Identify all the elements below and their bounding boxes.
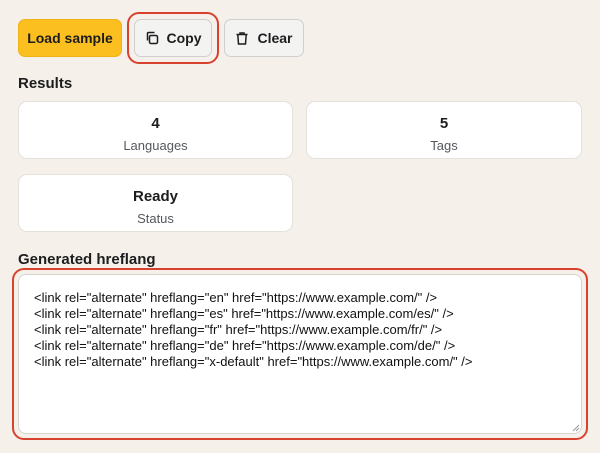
status-label: Status (137, 211, 174, 226)
copy-button[interactable]: Copy (134, 19, 212, 57)
status-value: Ready (132, 188, 179, 205)
load-sample-button[interactable]: Load sample (18, 19, 122, 57)
load-sample-label: Load sample (27, 30, 113, 46)
resize-handle-icon[interactable] (572, 424, 580, 432)
output-heading: Generated hreflang (18, 251, 156, 268)
clear-button[interactable]: Clear (224, 19, 304, 57)
languages-value: 4 (151, 115, 160, 132)
results-heading: Results (18, 75, 73, 92)
languages-label: Languages (123, 138, 188, 153)
status-card: Ready Status (18, 174, 293, 232)
copy-label: Copy (166, 30, 202, 46)
tags-value: 5 (439, 115, 449, 132)
languages-card: 4 Languages (18, 101, 293, 159)
copy-icon (145, 31, 159, 45)
hreflang-output-textarea[interactable]: <link rel="alternate" hreflang="en" href… (18, 274, 582, 434)
clear-label: Clear (257, 30, 293, 46)
tags-card: 5 Tags (306, 101, 582, 159)
tags-label: Tags (430, 138, 458, 153)
trash-icon (235, 31, 249, 46)
